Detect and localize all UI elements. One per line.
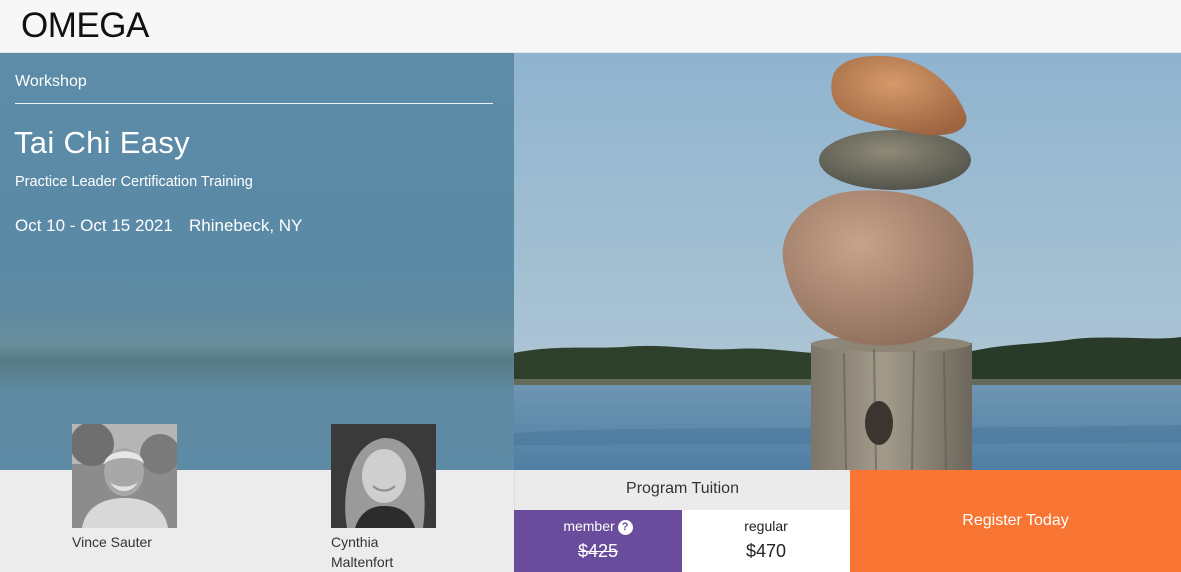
instructor-photo-vince[interactable] [72,424,177,528]
regular-label: regular [744,518,788,534]
instructor-name-cynthia-first: Cynthia [331,534,379,550]
member-price-box: member? $425 [514,510,682,572]
category-divider [15,103,493,104]
member-label-row: member? [514,518,682,535]
workshop-info-panel: Workshop Tai Chi Easy Practice Leader Ce… [0,53,514,470]
workshop-category: Workshop [15,73,87,90]
member-price: $425 [577,541,619,561]
instructor-name-cynthia[interactable]: Cynthia Maltenfort [331,532,393,572]
question-circle-icon[interactable]: ? [617,520,633,535]
member-label: member [563,518,615,534]
register-today-button[interactable]: Register Today [850,470,1181,572]
instructor-photo-cynthia[interactable] [331,424,436,528]
site-header: OMEGA [0,0,1181,53]
hero-photo [514,53,1181,470]
omega-logo[interactable]: OMEGA [21,6,149,46]
workshop-subtitle: Practice Leader Certification Training [15,174,253,190]
instructor-name-vince[interactable]: Vince Sauter [72,532,152,552]
background-shoreline [0,343,514,393]
workshop-dates: Oct 10 - Oct 15 2021 [15,216,173,235]
workshop-location: Rhinebeck, NY [189,216,303,235]
program-tuition-header: Program Tuition [514,470,850,510]
regular-price-box: regular $470 [682,510,850,572]
workshop-title: Tai Chi Easy [14,125,190,160]
regular-price: $470 [745,541,787,561]
instructor-name-cynthia-last: Maltenfort [331,554,394,570]
